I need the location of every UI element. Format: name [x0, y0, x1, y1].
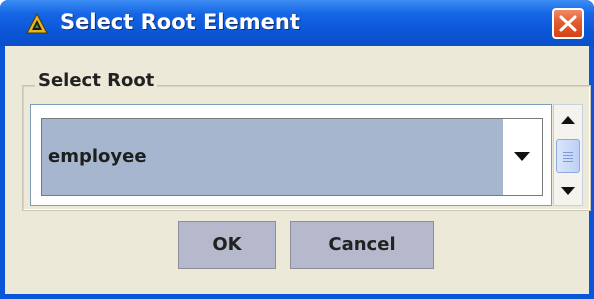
close-button[interactable] [552, 8, 584, 39]
chevron-down-icon [514, 152, 530, 161]
ok-button[interactable]: OK [178, 221, 276, 269]
title-bar[interactable]: Select Root Element [0, 0, 594, 46]
combo-selected-value[interactable]: employee [48, 146, 147, 167]
scroll-down-button[interactable] [555, 178, 581, 204]
app-triangle-icon [26, 12, 48, 35]
close-icon [559, 15, 577, 32]
window-title: Select Root Element [60, 10, 300, 34]
group-label: Select Root [35, 70, 158, 91]
combo-dropdown-button[interactable] [503, 119, 542, 195]
scroll-thumb[interactable] [556, 139, 580, 173]
arrow-down-icon [561, 187, 575, 195]
cancel-button[interactable]: Cancel [290, 221, 434, 269]
scroll-up-button[interactable] [555, 107, 581, 133]
arrow-up-icon [561, 116, 575, 124]
